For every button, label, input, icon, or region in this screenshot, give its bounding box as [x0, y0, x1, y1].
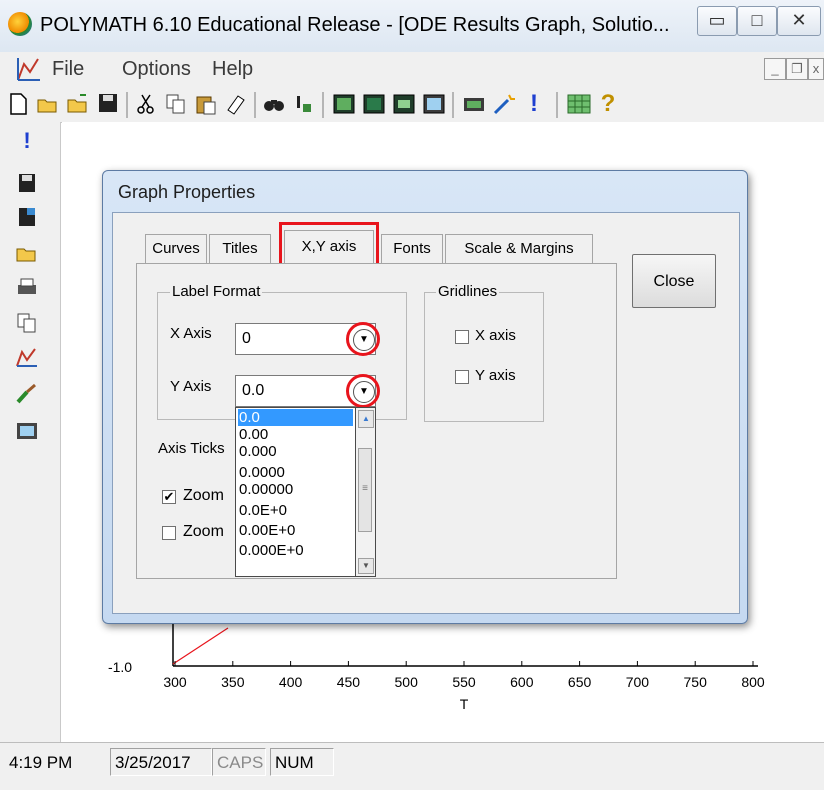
axis-ticks-label: Axis Ticks	[158, 440, 225, 457]
x-tick-label: 550	[452, 674, 476, 690]
zoom-ticks-checkbox-1[interactable]: ✔	[162, 490, 176, 504]
x-tick-label: 500	[394, 674, 418, 690]
tab-curves[interactable]: Curves	[145, 234, 207, 264]
format-option[interactable]: 0.00E+0	[238, 522, 353, 539]
dialog-title: Graph Properties	[118, 182, 256, 202]
x-tick-label: 650	[567, 674, 592, 690]
scroll-down-icon[interactable]: ▼	[358, 558, 374, 574]
y-axis-format-dropdown-list: 0.0 0.00 0.000 0.0000 0.00000 0.0E+0 0.0…	[235, 407, 356, 577]
gridlines-x-checkbox[interactable]	[455, 330, 469, 344]
format-option[interactable]: 0.000	[238, 443, 353, 460]
x-axis-format-label: X Axis	[170, 325, 212, 342]
status-num: NUM	[270, 748, 334, 776]
tab-fonts[interactable]: Fonts	[381, 234, 443, 264]
x-tick-label: 750	[683, 674, 707, 690]
tab-titles[interactable]: Titles	[209, 234, 271, 264]
status-time: 4:19 PM	[9, 753, 73, 772]
gridlines-group	[424, 292, 544, 422]
scroll-thumb[interactable]: ≡	[358, 448, 372, 532]
zoom-ticks-label-1: Zoom	[183, 487, 224, 504]
gridlines-x-label: X axis	[475, 327, 516, 344]
xy-axis-tab-highlight	[279, 222, 379, 268]
x-tick-label: 700	[625, 674, 650, 690]
x-axis-dropdown-highlight	[346, 322, 380, 356]
gridlines-y-label: Y axis	[475, 367, 516, 384]
x-tick-label: 350	[221, 674, 245, 690]
format-option[interactable]: 0.00	[238, 426, 353, 443]
status-date: 3/25/2017	[110, 748, 212, 776]
zoom-ticks-label-2: Zoom	[183, 523, 224, 540]
gridlines-group-label: Gridlines	[436, 283, 500, 300]
format-option[interactable]: 0.0000	[238, 464, 353, 481]
curve-line	[172, 627, 229, 665]
close-button[interactable]: Close	[632, 254, 716, 308]
dropdown-scrollbar[interactable]: ▲ ≡ ▼	[356, 407, 376, 577]
status-caps: CAPS	[212, 748, 266, 776]
y-axis-dropdown-highlight	[346, 374, 380, 408]
format-option[interactable]: 0.00000	[238, 481, 353, 498]
y-tick-label: -1.0	[107, 659, 133, 675]
x-tick-label: 600	[510, 674, 534, 690]
format-option[interactable]: 0.0E+0	[238, 502, 353, 519]
tab-scale-margins[interactable]: Scale & Margins	[445, 234, 593, 264]
format-option[interactable]: 0.000E+0	[238, 542, 353, 559]
x-tick-label: 800	[741, 674, 765, 690]
gridlines-y-checkbox[interactable]	[455, 370, 469, 384]
label-format-group-label: Label Format	[170, 283, 263, 300]
zoom-ticks-checkbox-2[interactable]	[162, 526, 176, 540]
x-tick-label: 400	[278, 674, 303, 690]
x-tick-label: 300	[163, 674, 187, 690]
x-axis-label: T	[459, 696, 469, 712]
x-tick-label: 450	[336, 674, 361, 690]
y-axis-format-label: Y Axis	[170, 378, 212, 395]
scroll-up-icon[interactable]: ▲	[358, 410, 374, 428]
format-option[interactable]: 0.0	[238, 409, 353, 426]
